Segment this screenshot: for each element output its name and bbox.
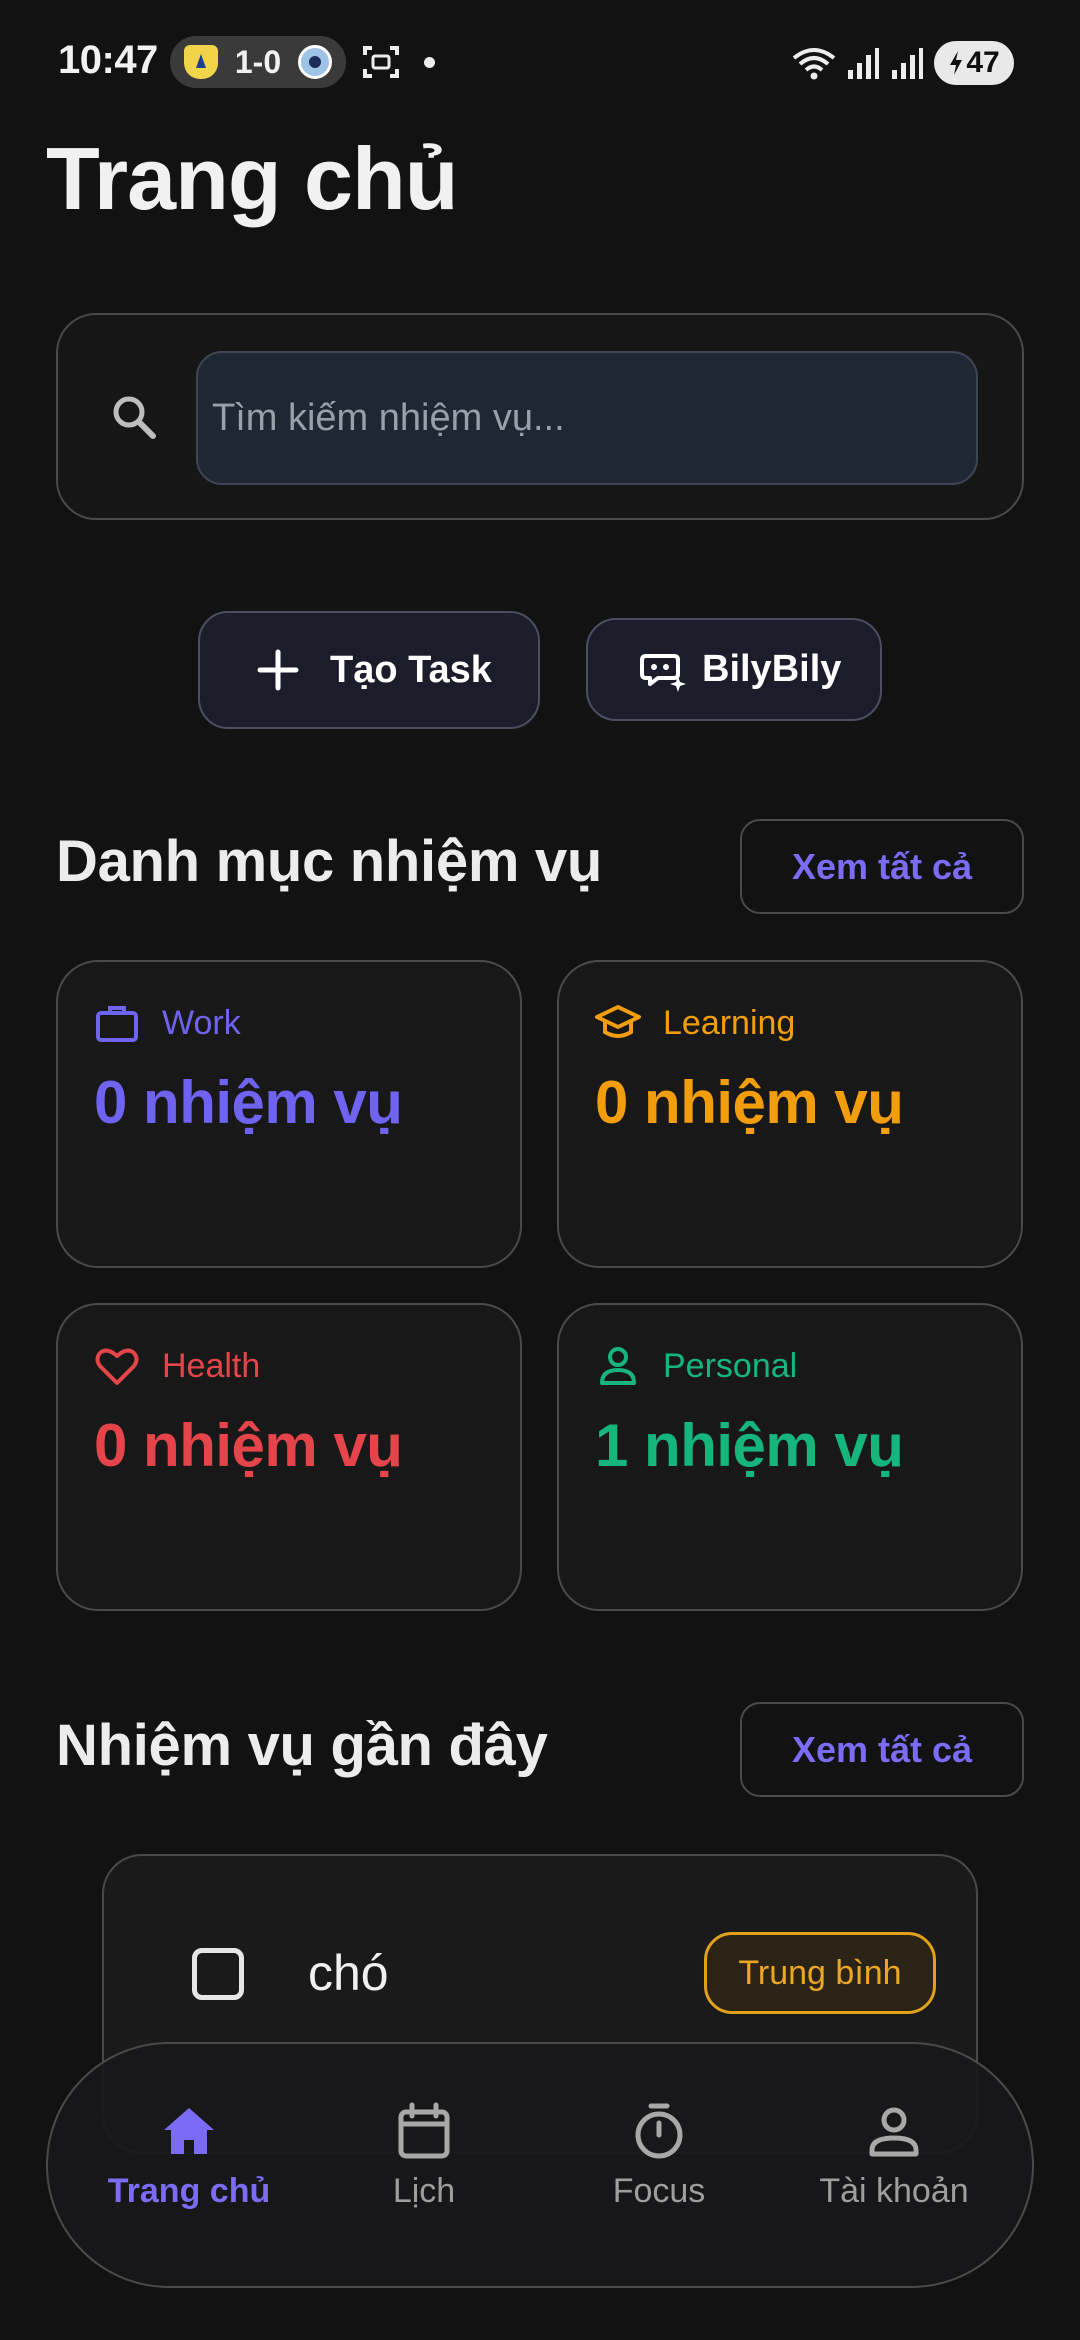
category-card-personal[interactable]: Personal 1 nhiệm vụ — [557, 1303, 1023, 1611]
recent-tasks-see-all-button[interactable]: Xem tất cả — [740, 1702, 1024, 1797]
category-card-learning[interactable]: Learning 0 nhiệm vụ — [557, 960, 1023, 1268]
battery-level: 47 — [966, 46, 1000, 79]
create-task-button[interactable]: Tạo Task — [198, 611, 540, 729]
category-card-health[interactable]: Health 0 nhiệm vụ — [56, 1303, 522, 1611]
category-name: Health — [162, 1346, 261, 1385]
recent-tasks-title: Nhiệm vụ gần đây — [56, 1713, 548, 1778]
nav-item-account[interactable]: Tài khoản — [776, 2100, 1012, 2211]
team-crest-icon — [184, 45, 218, 79]
heart-icon — [95, 1348, 139, 1385]
search-icon — [113, 396, 156, 439]
briefcase-icon — [96, 1006, 138, 1042]
category-name: Personal — [663, 1346, 798, 1385]
task-title: chó — [308, 1945, 389, 2001]
timer-icon — [635, 2103, 683, 2159]
category-count: 0 nhiệm vụ — [94, 1412, 403, 1479]
account-icon — [869, 2107, 919, 2157]
match-score: 1-0 — [234, 43, 282, 80]
category-count: 0 nhiệm vụ — [595, 1069, 904, 1136]
graduation-cap-icon — [595, 1005, 641, 1038]
chatbot-icon — [640, 653, 686, 692]
signal-icon — [892, 48, 923, 79]
status-icons: 47 — [792, 40, 1014, 86]
bilybily-label: BilyBily — [702, 648, 842, 690]
team-crest-icon — [298, 45, 332, 79]
search-input[interactable] — [196, 351, 978, 485]
screenshot-icon — [363, 46, 399, 78]
status-bar: 10:47 1-0 47 — [0, 0, 1080, 130]
categories-see-all-button[interactable]: Xem tất cả — [740, 819, 1024, 914]
live-score-pill[interactable]: 1-0 — [170, 36, 346, 88]
nav-item-calendar[interactable]: Lịch — [306, 2100, 542, 2211]
category-name: Learning — [663, 1003, 796, 1042]
category-count: 1 nhiệm vụ — [595, 1412, 904, 1479]
home-icon — [164, 2108, 214, 2154]
priority-badge: Trung bình — [704, 1932, 936, 2014]
wifi-icon — [792, 48, 836, 80]
create-task-label: Tạo Task — [330, 648, 492, 691]
calendar-icon — [398, 2102, 450, 2159]
category-name: Work — [162, 1003, 241, 1042]
categories-title: Danh mục nhiệm vụ — [56, 829, 602, 894]
bottom-nav: Trang chủ Lịch Focus Tài khoản — [46, 2042, 1034, 2288]
notification-dot — [424, 57, 435, 68]
person-icon — [600, 1347, 636, 1385]
nav-label: Lịch — [392, 2172, 456, 2210]
category-count: 0 nhiệm vụ — [94, 1069, 403, 1136]
category-card-work[interactable]: Work 0 nhiệm vụ — [56, 960, 522, 1268]
nav-item-focus[interactable]: Focus — [541, 2100, 777, 2211]
bilybily-chatbot-button[interactable]: BilyBily — [586, 618, 882, 721]
status-time: 10:47 — [58, 38, 158, 82]
signal-icon — [848, 48, 879, 79]
search-card — [56, 313, 1024, 520]
battery-charging-icon: 47 — [934, 41, 1014, 85]
task-checkbox[interactable] — [192, 1948, 244, 2000]
nav-item-home[interactable]: Trang chủ — [71, 2100, 307, 2211]
home-screen: 10:47 1-0 47 Trang chủ Tìm kiếm nhiệm vụ… — [0, 0, 1080, 2340]
nav-label: Trang chủ — [107, 2172, 271, 2210]
nav-label: Tài khoản — [819, 2172, 969, 2210]
page-title: Trang chủ — [46, 129, 458, 228]
plus-icon — [257, 649, 299, 691]
nav-label: Focus — [612, 2172, 706, 2210]
